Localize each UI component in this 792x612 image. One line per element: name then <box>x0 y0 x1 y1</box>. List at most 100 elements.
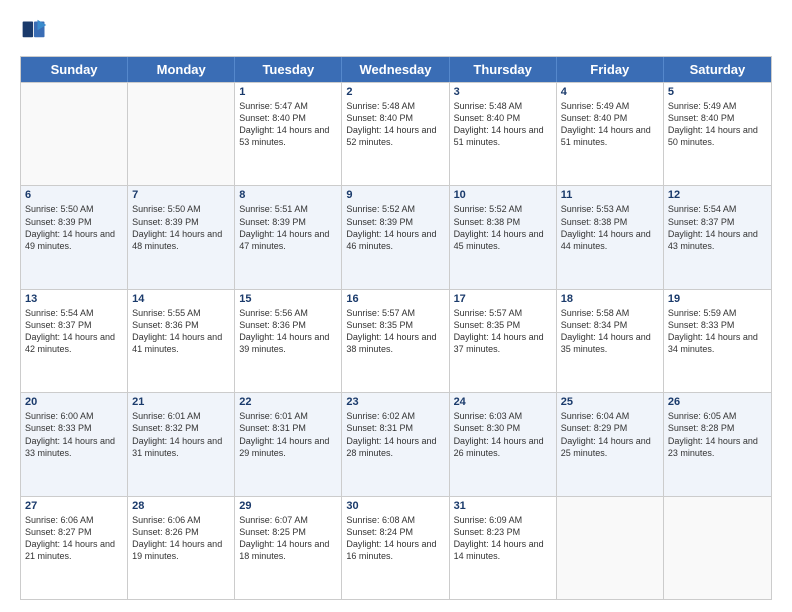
day-number: 24 <box>454 396 552 408</box>
day-info: Sunrise: 6:06 AM Sunset: 8:27 PM Dayligh… <box>25 514 123 563</box>
day-info: Sunrise: 5:55 AM Sunset: 8:36 PM Dayligh… <box>132 307 230 356</box>
day-info: Sunrise: 6:01 AM Sunset: 8:32 PM Dayligh… <box>132 410 230 459</box>
day-info: Sunrise: 6:07 AM Sunset: 8:25 PM Dayligh… <box>239 514 337 563</box>
calendar-cell: 4Sunrise: 5:49 AM Sunset: 8:40 PM Daylig… <box>557 83 664 185</box>
day-number: 6 <box>25 189 123 201</box>
calendar-cell-empty <box>557 497 664 599</box>
calendar-cell: 23 Sunrise: 6:02 AM Sunset: 8:31 PM Dayli… <box>342 393 449 495</box>
calendar-row: 1 Sunrise: 5:47 AM Sunset: 8:40 PM Daylig… <box>21 82 771 185</box>
day-number: 18 <box>561 293 659 305</box>
header <box>20 18 772 46</box>
day-info: Sunrise: 5:47 AM Sunset: 8:40 PM Dayligh… <box>239 100 337 149</box>
day-info: Sunrise: 5:53 AM Sunset: 8:38 PM Dayligh… <box>561 203 659 252</box>
day-number: 5 <box>668 86 767 98</box>
day-number: 16 <box>346 293 444 305</box>
day-number: 9 <box>346 189 444 201</box>
calendar-cell: 29 Sunrise: 6:07 AM Sunset: 8:25 PM Dayli… <box>235 497 342 599</box>
day-number: 11 <box>561 189 659 201</box>
day-info: Sunrise: 5:56 AM Sunset: 8:36 PM Dayligh… <box>239 307 337 356</box>
day-number: 25 <box>561 396 659 408</box>
calendar-cell: 18 Sunrise: 5:58 AM Sunset: 8:34 PM Dayli… <box>557 290 664 392</box>
calendar-cell: 20 Sunrise: 6:00 AM Sunset: 8:33 PM Dayli… <box>21 393 128 495</box>
calendar-cell: 21Sunrise: 6:01 AM Sunset: 8:32 PM Dayli… <box>128 393 235 495</box>
day-number: 20 <box>25 396 123 408</box>
day-number: 3 <box>454 86 552 98</box>
day-number: 13 <box>25 293 123 305</box>
day-number: 29 <box>239 500 337 512</box>
day-number: 14 <box>132 293 230 305</box>
calendar-header-cell: Tuesday <box>235 57 342 82</box>
day-number: 31 <box>454 500 552 512</box>
day-info: Sunrise: 5:48 AM Sunset: 8:40 PM Dayligh… <box>454 100 552 149</box>
day-number: 12 <box>668 189 767 201</box>
day-number: 23 <box>346 396 444 408</box>
day-info: Sunrise: 6:01 AM Sunset: 8:31 PM Dayligh… <box>239 410 337 459</box>
day-info: Sunrise: 5:50 AM Sunset: 8:39 PM Dayligh… <box>132 203 230 252</box>
calendar-cell: 16 Sunrise: 5:57 AM Sunset: 8:35 PM Dayli… <box>342 290 449 392</box>
day-info: Sunrise: 6:06 AM Sunset: 8:26 PM Dayligh… <box>132 514 230 563</box>
day-info: Sunrise: 6:04 AM Sunset: 8:29 PM Dayligh… <box>561 410 659 459</box>
calendar-cell-empty <box>21 83 128 185</box>
calendar-row: 6 Sunrise: 5:50 AM Sunset: 8:39 PM Daylig… <box>21 185 771 288</box>
calendar-cell: 28 Sunrise: 6:06 AM Sunset: 8:26 PM Dayli… <box>128 497 235 599</box>
day-info: Sunrise: 5:57 AM Sunset: 8:35 PM Dayligh… <box>346 307 444 356</box>
calendar-row: 27Sunrise: 6:06 AM Sunset: 8:27 PM Dayli… <box>21 496 771 599</box>
day-info: Sunrise: 5:58 AM Sunset: 8:34 PM Dayligh… <box>561 307 659 356</box>
calendar-cell: 24 Sunrise: 6:03 AM Sunset: 8:30 PM Dayli… <box>450 393 557 495</box>
calendar-header: SundayMondayTuesdayWednesdayThursdayFrid… <box>21 57 771 82</box>
day-info: Sunrise: 5:52 AM Sunset: 8:38 PM Dayligh… <box>454 203 552 252</box>
calendar-cell: 22 Sunrise: 6:01 AM Sunset: 8:31 PM Dayli… <box>235 393 342 495</box>
calendar-cell: 25 Sunrise: 6:04 AM Sunset: 8:29 PM Dayli… <box>557 393 664 495</box>
day-info: Sunrise: 5:50 AM Sunset: 8:39 PM Dayligh… <box>25 203 123 252</box>
calendar-cell: 11 Sunrise: 5:53 AM Sunset: 8:38 PM Dayli… <box>557 186 664 288</box>
day-number: 19 <box>668 293 767 305</box>
calendar-cell: 26Sunrise: 6:05 AM Sunset: 8:28 PM Dayli… <box>664 393 771 495</box>
logo <box>20 18 52 46</box>
day-info: Sunrise: 6:03 AM Sunset: 8:30 PM Dayligh… <box>454 410 552 459</box>
day-info: Sunrise: 5:51 AM Sunset: 8:39 PM Dayligh… <box>239 203 337 252</box>
calendar-header-cell: Sunday <box>21 57 128 82</box>
day-number: 4 <box>561 86 659 98</box>
calendar-header-cell: Saturday <box>664 57 771 82</box>
calendar-cell: 9 Sunrise: 5:52 AM Sunset: 8:39 PM Daylig… <box>342 186 449 288</box>
calendar: SundayMondayTuesdayWednesdayThursdayFrid… <box>20 56 772 600</box>
day-info: Sunrise: 5:57 AM Sunset: 8:35 PM Dayligh… <box>454 307 552 356</box>
calendar-cell: 10 Sunrise: 5:52 AM Sunset: 8:38 PM Dayli… <box>450 186 557 288</box>
calendar-cell: 1 Sunrise: 5:47 AM Sunset: 8:40 PM Daylig… <box>235 83 342 185</box>
day-info: Sunrise: 5:49 AM Sunset: 8:40 PM Dayligh… <box>668 100 767 149</box>
day-number: 1 <box>239 86 337 98</box>
day-info: Sunrise: 5:48 AM Sunset: 8:40 PM Dayligh… <box>346 100 444 149</box>
day-number: 28 <box>132 500 230 512</box>
day-number: 15 <box>239 293 337 305</box>
logo-icon <box>20 18 48 46</box>
calendar-header-cell: Monday <box>128 57 235 82</box>
day-info: Sunrise: 5:52 AM Sunset: 8:39 PM Dayligh… <box>346 203 444 252</box>
calendar-body: 1 Sunrise: 5:47 AM Sunset: 8:40 PM Daylig… <box>21 82 771 599</box>
calendar-cell: 19 Sunrise: 5:59 AM Sunset: 8:33 PM Dayli… <box>664 290 771 392</box>
day-number: 2 <box>346 86 444 98</box>
day-info: Sunrise: 5:54 AM Sunset: 8:37 PM Dayligh… <box>25 307 123 356</box>
day-info: Sunrise: 6:05 AM Sunset: 8:28 PM Dayligh… <box>668 410 767 459</box>
day-info: Sunrise: 5:54 AM Sunset: 8:37 PM Dayligh… <box>668 203 767 252</box>
calendar-cell: 27Sunrise: 6:06 AM Sunset: 8:27 PM Dayli… <box>21 497 128 599</box>
day-info: Sunrise: 5:59 AM Sunset: 8:33 PM Dayligh… <box>668 307 767 356</box>
calendar-header-cell: Friday <box>557 57 664 82</box>
calendar-row: 13 Sunrise: 5:54 AM Sunset: 8:37 PM Dayli… <box>21 289 771 392</box>
calendar-cell: 3 Sunrise: 5:48 AM Sunset: 8:40 PM Daylig… <box>450 83 557 185</box>
calendar-cell: 6 Sunrise: 5:50 AM Sunset: 8:39 PM Daylig… <box>21 186 128 288</box>
day-info: Sunrise: 6:02 AM Sunset: 8:31 PM Dayligh… <box>346 410 444 459</box>
calendar-cell: 12 Sunrise: 5:54 AM Sunset: 8:37 PM Dayli… <box>664 186 771 288</box>
page: SundayMondayTuesdayWednesdayThursdayFrid… <box>0 0 792 612</box>
day-number: 8 <box>239 189 337 201</box>
day-number: 22 <box>239 396 337 408</box>
calendar-cell: 5 Sunrise: 5:49 AM Sunset: 8:40 PM Daylig… <box>664 83 771 185</box>
day-number: 10 <box>454 189 552 201</box>
day-info: Sunrise: 6:08 AM Sunset: 8:24 PM Dayligh… <box>346 514 444 563</box>
calendar-header-cell: Wednesday <box>342 57 449 82</box>
calendar-cell-empty <box>128 83 235 185</box>
day-info: Sunrise: 6:00 AM Sunset: 8:33 PM Dayligh… <box>25 410 123 459</box>
calendar-cell: 7Sunrise: 5:50 AM Sunset: 8:39 PM Daylig… <box>128 186 235 288</box>
calendar-cell: 2 Sunrise: 5:48 AM Sunset: 8:40 PM Daylig… <box>342 83 449 185</box>
calendar-cell: 13 Sunrise: 5:54 AM Sunset: 8:37 PM Dayli… <box>21 290 128 392</box>
calendar-cell-empty <box>664 497 771 599</box>
